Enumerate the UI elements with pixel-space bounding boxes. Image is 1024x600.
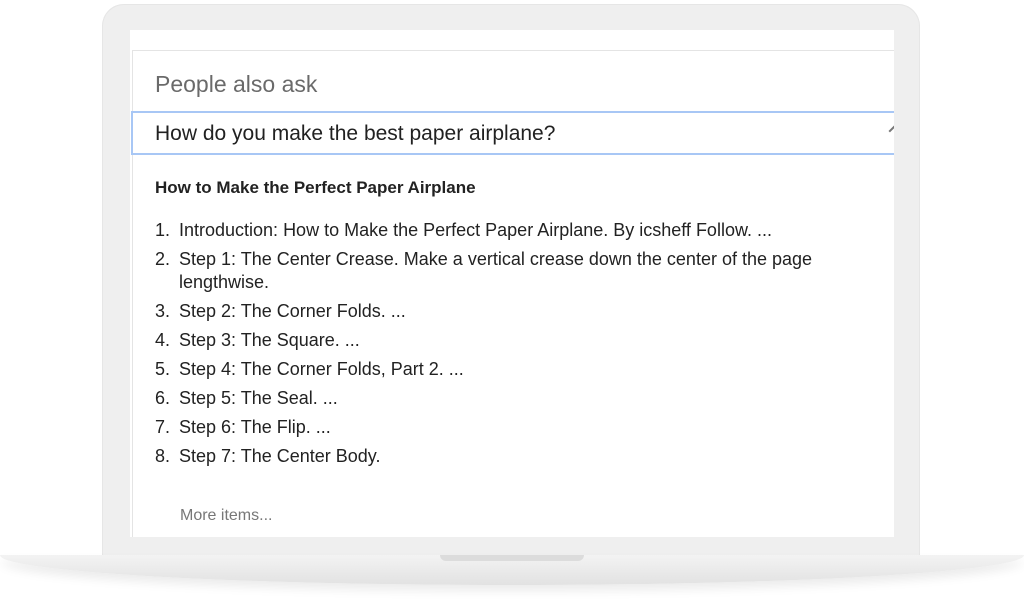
step-text: Step 5: The Seal. ... bbox=[179, 388, 338, 408]
step-text: Introduction: How to Make the Perfect Pa… bbox=[179, 220, 772, 240]
list-item: 6. Step 5: The Seal. ... bbox=[155, 387, 894, 410]
step-text: Step 1: The Center Crease. Make a vertic… bbox=[179, 249, 813, 292]
laptop-mockup: People also ask How do you make the best… bbox=[0, 0, 1024, 600]
list-item: 1. Introduction: How to Make the Perfect… bbox=[155, 219, 894, 242]
chevron-up-icon[interactable] bbox=[888, 122, 894, 140]
step-number: 1. bbox=[155, 220, 171, 240]
step-text: Step 4: The Corner Folds, Part 2. ... bbox=[179, 359, 464, 379]
question-toggle[interactable]: How do you make the best paper airplane? bbox=[131, 111, 894, 155]
step-number: 2. bbox=[155, 249, 171, 269]
steps-list: 1. Introduction: How to Make the Perfect… bbox=[155, 219, 894, 474]
list-item: 8. Step 7: The Center Body. bbox=[155, 445, 894, 468]
step-text: Step 2: The Corner Folds. ... bbox=[179, 301, 406, 321]
step-text: Step 6: The Flip. ... bbox=[179, 417, 331, 437]
step-text: Step 3: The Square. ... bbox=[179, 330, 360, 350]
answer-title: How to Make the Perfect Paper Airplane bbox=[155, 178, 476, 197]
people-also-ask-heading: People also ask bbox=[155, 71, 318, 97]
list-item: 5. Step 4: The Corner Folds, Part 2. ... bbox=[155, 358, 894, 381]
list-item: 7. Step 6: The Flip. ... bbox=[155, 416, 894, 439]
step-number: 5. bbox=[155, 359, 171, 379]
step-number: 8. bbox=[155, 446, 171, 466]
list-item: 4. Step 3: The Square. ... bbox=[155, 329, 894, 352]
people-also-ask-panel: People also ask How do you make the best… bbox=[131, 50, 894, 537]
step-number: 3. bbox=[155, 301, 171, 321]
step-number: 7. bbox=[155, 417, 171, 437]
question-text: How do you make the best paper airplane? bbox=[155, 122, 556, 145]
step-number: 4. bbox=[155, 330, 171, 350]
list-item: 3. Step 2: The Corner Folds. ... bbox=[155, 300, 894, 323]
laptop-notch bbox=[440, 555, 584, 561]
laptop-screen: People also ask How do you make the best… bbox=[130, 30, 894, 537]
step-text: Step 7: The Center Body. bbox=[179, 446, 381, 466]
list-item: 2. Step 1: The Center Crease. Make a ver… bbox=[155, 248, 894, 294]
more-items-link[interactable]: More items... bbox=[180, 507, 272, 525]
step-number: 6. bbox=[155, 388, 171, 408]
